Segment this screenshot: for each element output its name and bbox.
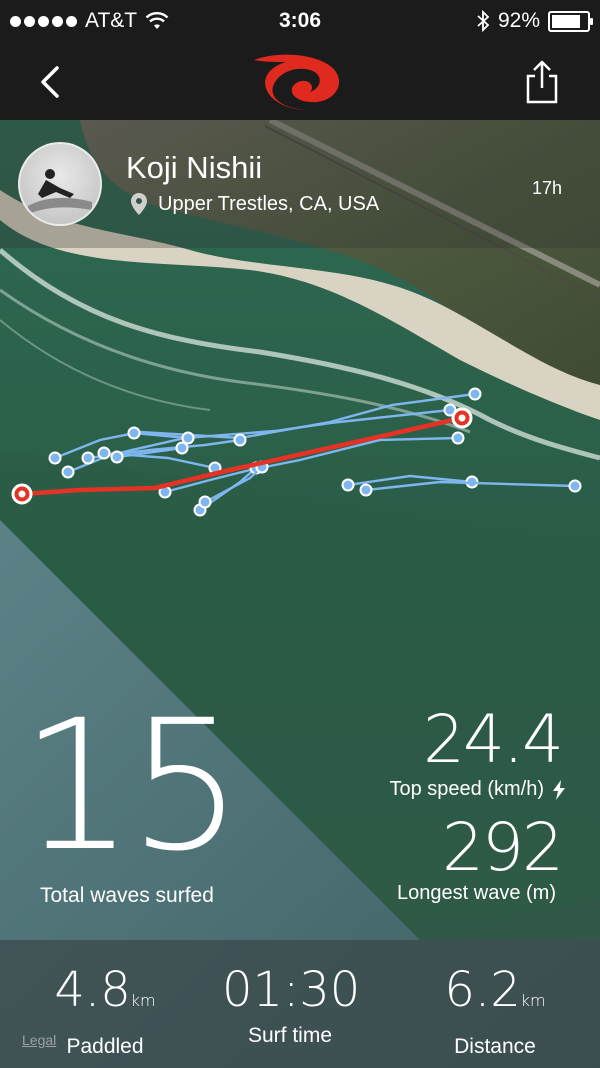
- wave-marker[interactable]: [81, 451, 95, 465]
- top-speed-value: 24.4: [423, 701, 564, 778]
- paddled-unit: km: [130, 991, 156, 1010]
- wave-marker[interactable]: [468, 387, 482, 401]
- summary-bar: 4.8km Paddled 01:30 Surf time 6.2km Dist…: [0, 940, 600, 1068]
- share-button[interactable]: [518, 58, 566, 106]
- distance-unit: km: [520, 991, 546, 1010]
- wave-marker[interactable]: [198, 495, 212, 509]
- marker-center: [458, 414, 466, 422]
- surf-time-label: Surf time: [247, 1024, 333, 1047]
- battery-percent: 92%: [497, 9, 540, 32]
- legal-link[interactable]: Legal: [22, 1032, 56, 1048]
- paddled-value: 4.8: [54, 962, 131, 1018]
- wave-marker[interactable]: [97, 446, 111, 460]
- lightning-icon: [553, 779, 565, 800]
- location: Upper Trestles, CA, USA: [130, 192, 379, 216]
- nav-bar: [0, 44, 600, 120]
- wave-marker[interactable]: [181, 431, 195, 445]
- time-ago: 17h: [531, 178, 562, 198]
- surf-time-value: 01:30: [222, 962, 361, 1018]
- bluetooth-icon: [477, 10, 490, 32]
- longest-wave-label: Longest wave (m): [397, 882, 556, 904]
- wave-marker[interactable]: [568, 479, 582, 493]
- back-button[interactable]: [30, 60, 74, 104]
- wave-marker[interactable]: [359, 483, 373, 497]
- brand-logo: [250, 52, 350, 112]
- avatar[interactable]: [18, 142, 102, 226]
- top-speed-label: Top speed (km/h): [389, 778, 544, 800]
- paddled-label: Paddled: [66, 1035, 144, 1058]
- wave-marker[interactable]: [451, 431, 465, 445]
- status-bar: AT&T 3:06 92%: [0, 0, 600, 44]
- surfer-name[interactable]: Koji Nishii: [126, 150, 262, 186]
- wave-marker[interactable]: [175, 441, 189, 455]
- wave-marker[interactable]: [61, 465, 75, 479]
- wave-marker[interactable]: [127, 426, 141, 440]
- top-speed-label-row: Top speed (km/h): [389, 778, 566, 801]
- session-map[interactable]: [0, 120, 600, 1068]
- location-text: Upper Trestles, CA, USA: [158, 192, 380, 215]
- distance-label: Distance: [454, 1035, 536, 1058]
- location-pin-icon: [131, 193, 147, 215]
- marker-center: [18, 490, 26, 498]
- distance-stat: 6.2km Distance: [430, 962, 560, 1059]
- paddled-stat: 4.8km Paddled: [40, 962, 170, 1059]
- wave-marker[interactable]: [48, 451, 62, 465]
- chevron-left-icon: [41, 66, 59, 98]
- share-icon: [526, 60, 558, 104]
- wave-marker[interactable]: [341, 478, 355, 492]
- battery-icon: [548, 10, 593, 32]
- longest-wave-value: 292: [442, 809, 564, 886]
- surf-time-stat: 01:30 Surf time: [222, 962, 361, 1048]
- wave-marker[interactable]: [233, 433, 247, 447]
- profile-header: Koji Nishii Upper Trestles, CA, USA 17h: [0, 120, 600, 248]
- total-waves-label: Total waves surfed: [40, 884, 214, 907]
- wave-marker[interactable]: [110, 450, 124, 464]
- total-waves-value: 15: [20, 682, 243, 891]
- distance-value: 6.2: [444, 962, 521, 1018]
